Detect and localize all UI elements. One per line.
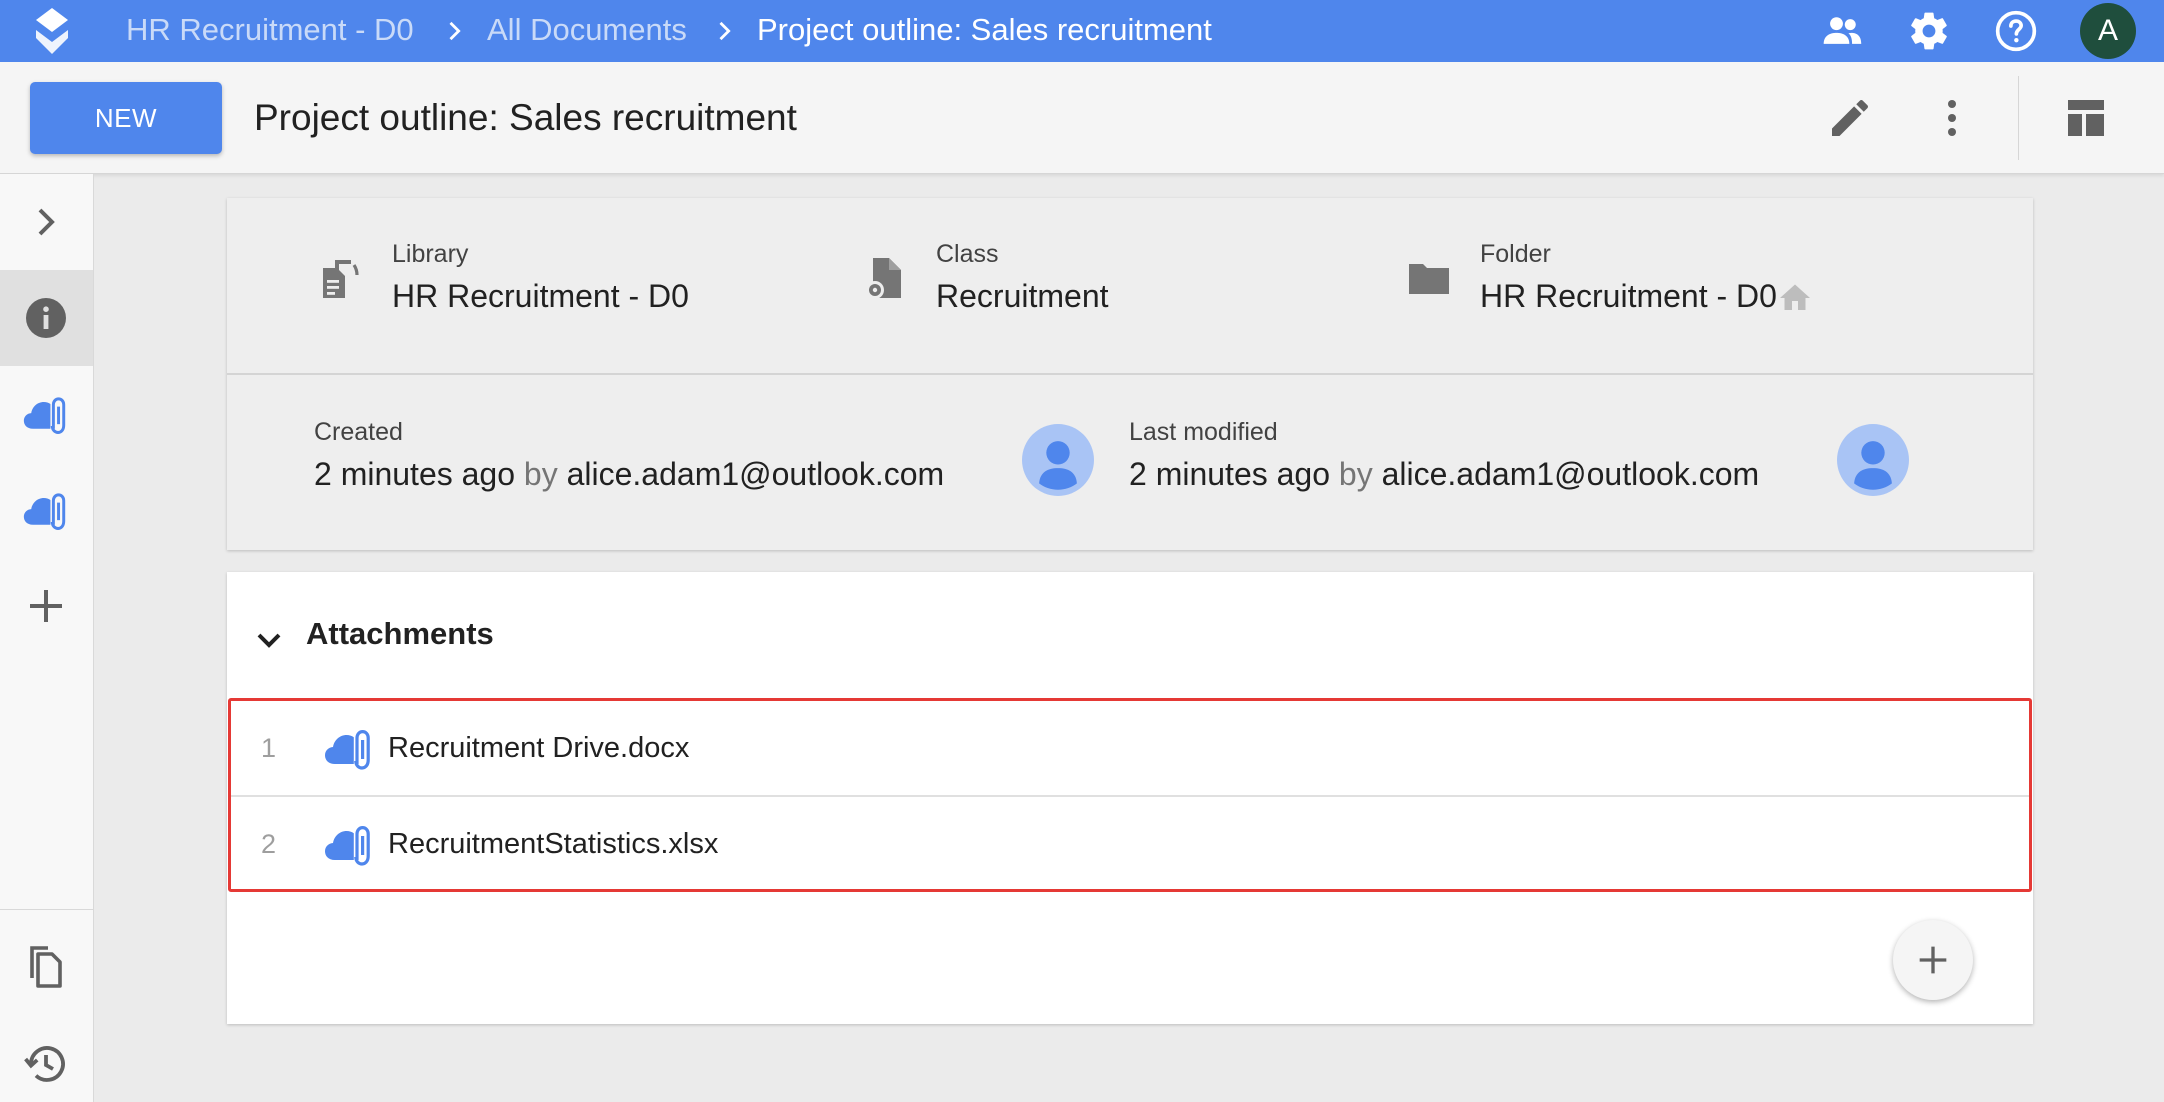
chevron-right-icon [719, 21, 731, 41]
more-vert-icon[interactable] [1928, 94, 1976, 142]
class-label: Class [936, 240, 999, 268]
library-label: Library [392, 240, 469, 268]
document-toolbar: NEW Project outline: Sales recruitment [0, 62, 2164, 174]
top-app-bar: HR Recruitment - D0 All Documents Projec… [0, 0, 2164, 62]
folder-value[interactable]: HR Recruitment - D0 [1480, 278, 1777, 315]
folder-label: Folder [1480, 240, 1551, 268]
cloud-attachment-icon [23, 493, 66, 530]
people-icon[interactable] [1820, 9, 1864, 53]
add-attachment-button[interactable] [1893, 920, 1973, 1000]
sidebar-item-attachment-1[interactable] [0, 366, 93, 462]
left-sidebar [0, 174, 94, 1102]
breadcrumb-all-documents[interactable]: All Documents [487, 0, 687, 62]
created-label: Created [314, 418, 403, 446]
settings-gear-icon[interactable] [1907, 9, 1951, 53]
library-value[interactable]: HR Recruitment - D0 [392, 278, 689, 315]
created-by-avatar[interactable] [1022, 424, 1094, 496]
home-icon [1780, 284, 1810, 310]
history-icon [24, 1046, 65, 1082]
info-icon [26, 298, 66, 338]
toolbar-divider [2018, 76, 2019, 160]
attachment-name[interactable]: RecruitmentStatistics.xlsx [388, 797, 718, 891]
app-logo-icon[interactable] [30, 6, 74, 56]
user-avatar-button[interactable]: A [2080, 3, 2136, 59]
list-item[interactable]: 1 Recruitment Drive.docx [231, 701, 2029, 795]
class-value[interactable]: Recruitment [936, 278, 1109, 315]
breadcrumb-current-document: Project outline: Sales recruitment [757, 12, 1212, 47]
chevron-right-icon [38, 208, 55, 236]
help-icon[interactable] [1994, 9, 2038, 53]
edit-pencil-icon[interactable] [1826, 94, 1874, 142]
cloud-attachment-icon [23, 397, 66, 434]
chevron-down-icon[interactable] [249, 620, 289, 660]
attachments-card: Attachments 1 Recruitment Drive.docx 2 R… [227, 572, 2033, 1024]
chevron-right-icon [449, 21, 461, 41]
attachment-index: 2 [261, 829, 277, 859]
cloud-attachment-icon [325, 729, 370, 770]
info-divider [227, 373, 2033, 375]
last-modified-value: 2 minutes ago by alice.adam1@outlook.com [1129, 456, 1760, 492]
sidebar-expand-button[interactable] [0, 174, 93, 270]
modified-by-avatar[interactable] [1837, 424, 1909, 496]
sidebar-item-attachment-2[interactable] [0, 462, 93, 558]
document-info-card: Library HR Recruitment - D0 Class Recrui… [227, 198, 2033, 550]
new-button[interactable]: NEW [30, 82, 222, 154]
attachments-list: 1 Recruitment Drive.docx 2 RecruitmentSt… [228, 698, 2032, 892]
sidebar-item-info[interactable] [0, 270, 93, 366]
plus-icon [1919, 946, 1947, 974]
layout-panel-icon[interactable] [2062, 94, 2110, 142]
folder-icon [1409, 264, 1449, 294]
page-title: Project outline: Sales recruitment [254, 97, 797, 138]
class-icon [866, 258, 901, 299]
attachments-title[interactable]: Attachments [306, 616, 494, 652]
created-value: 2 minutes ago by alice.adam1@outlook.com [314, 456, 945, 492]
sidebar-item-copy[interactable] [0, 920, 93, 1016]
plus-icon [30, 590, 62, 622]
sidebar-item-history[interactable] [0, 1016, 93, 1102]
breadcrumb-library[interactable]: HR Recruitment - D0 [126, 0, 414, 62]
sidebar-divider [0, 909, 93, 910]
attachment-index: 1 [261, 733, 277, 763]
sidebar-add-button[interactable] [0, 558, 93, 654]
library-icon [323, 260, 359, 298]
list-item[interactable]: 2 RecruitmentStatistics.xlsx [231, 795, 2029, 889]
attachment-name[interactable]: Recruitment Drive.docx [388, 701, 689, 795]
copy-icon [30, 946, 62, 988]
last-modified-label: Last modified [1129, 418, 1278, 446]
cloud-attachment-icon [325, 825, 370, 866]
